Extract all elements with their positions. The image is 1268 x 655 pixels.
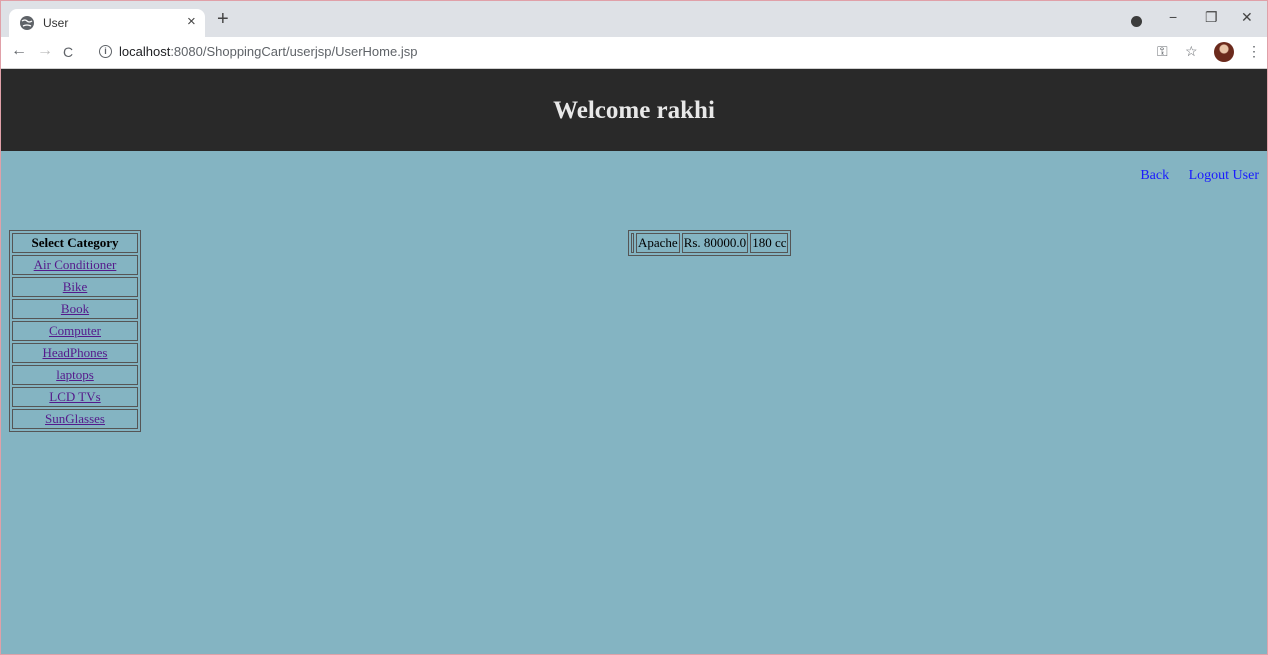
address-bar[interactable]: i localhost:8080/ShoppingCart/userjsp/Us… — [89, 40, 1129, 66]
page-header: Welcome rakhi — [1, 69, 1267, 151]
category-cell: SunGlasses — [12, 409, 138, 429]
category-link-book[interactable]: Book — [61, 301, 89, 316]
category-cell: LCD TVs — [12, 387, 138, 407]
product-name: Apache — [636, 233, 680, 253]
category-heading: Select Category — [12, 233, 138, 253]
profile-avatar[interactable] — [1214, 42, 1234, 62]
welcome-heading: Welcome rakhi — [553, 97, 715, 124]
product-price: Rs. 80000.0 — [681, 233, 749, 253]
tab-strip: User × + − ❐ ✕ — [1, 1, 1267, 37]
category-link-headphones[interactable]: HeadPhones — [43, 345, 108, 360]
info-icon[interactable]: i — [99, 45, 112, 58]
minimize-button[interactable]: − — [1169, 9, 1177, 25]
restore-button[interactable]: ❐ — [1205, 9, 1218, 26]
top-links: Back Logout User — [1124, 168, 1259, 184]
category-link-sunglasses[interactable]: SunGlasses — [45, 411, 105, 426]
category-table: Select Category Air Conditioner Bike Boo… — [9, 230, 141, 432]
close-window-button[interactable]: ✕ — [1241, 9, 1253, 26]
product-spec: 180 cc — [750, 233, 789, 253]
product-empty-cell — [631, 233, 634, 253]
logout-link[interactable]: Logout User — [1189, 168, 1259, 183]
back-arrow-icon[interactable]: ← — [11, 42, 27, 60]
url-path: :8080/ShoppingCart/userjsp/UserHome.jsp — [170, 44, 418, 59]
category-link-lcd-tvs[interactable]: LCD TVs — [49, 389, 100, 404]
category-link-bike[interactable]: Bike — [63, 279, 88, 294]
key-icon[interactable]: ⚿ — [1157, 43, 1168, 60]
tab-title: User — [43, 16, 69, 30]
back-link[interactable]: Back — [1140, 168, 1169, 183]
category-cell: Bike — [12, 277, 138, 297]
browser-tab[interactable]: User × — [9, 9, 205, 37]
product-table: Apache Rs. 80000.0 180 cc — [628, 230, 792, 256]
category-cell: Air Conditioner — [12, 255, 138, 275]
category-link-laptops[interactable]: laptops — [56, 367, 94, 382]
category-cell: laptops — [12, 365, 138, 385]
reload-icon[interactable]: C — [63, 44, 73, 60]
menu-icon[interactable]: ⋮ — [1247, 43, 1261, 60]
tab-close-icon[interactable]: × — [187, 13, 196, 30]
category-cell: HeadPhones — [12, 343, 138, 363]
browser-window: User × + − ❐ ✕ ← → C i localhost:8080/Sh… — [0, 0, 1268, 655]
category-link-computer[interactable]: Computer — [49, 323, 101, 338]
bookmark-star-icon[interactable]: ☆ — [1185, 43, 1198, 60]
forward-arrow-icon[interactable]: → — [37, 42, 53, 60]
category-cell: Computer — [12, 321, 138, 341]
browser-toolbar: ← → C i localhost:8080/ShoppingCart/user… — [1, 37, 1267, 69]
new-tab-button[interactable]: + — [217, 9, 229, 29]
table-row: Apache Rs. 80000.0 180 cc — [631, 233, 789, 253]
url-text: localhost:8080/ShoppingCart/userjsp/User… — [119, 44, 417, 59]
category-link-air-conditioner[interactable]: Air Conditioner — [34, 257, 117, 272]
globe-icon — [20, 16, 34, 30]
category-cell: Book — [12, 299, 138, 319]
extension-icon[interactable] — [1131, 16, 1142, 27]
page-viewport: Welcome rakhi Back Logout User Select Ca… — [1, 69, 1267, 654]
url-host: localhost — [119, 44, 171, 59]
